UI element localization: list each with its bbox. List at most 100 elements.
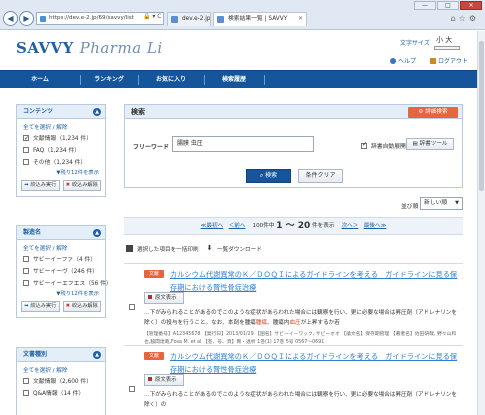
book-icon: ▤ (412, 141, 420, 147)
filter-clear-button[interactable]: ✖ 絞込み解除 (62, 180, 101, 191)
checkbox[interactable] (23, 280, 29, 286)
show-more-link[interactable]: ▼残り12件を表示 (17, 169, 105, 177)
facet-option[interactable]: サビーイーヴ（246 件） (17, 266, 105, 278)
synonym-expand-checkbox[interactable]: 辞書自動展開 (361, 141, 406, 150)
select-all-link[interactable]: 全てを選択 / 解除 (17, 240, 105, 254)
doc-type-badge: 文献 (144, 270, 164, 278)
pager-prev[interactable]: ＜前へ (229, 223, 246, 229)
browser-chrome: — □ ✕ ◀ ▶ https://dev.e-2.jp/69/savvy/li… (0, 0, 485, 30)
result-item: 文献 カルシウム代謝異常のＫ／ＤＯＱＩによるガイドラインを考える ガイドラインに… (124, 345, 463, 415)
checkbox[interactable] (23, 133, 29, 145)
search-panel-title: 検索 (131, 108, 145, 116)
collapse-icon[interactable]: ▲ (93, 108, 101, 116)
logout-icon (429, 58, 436, 64)
nav-ranking[interactable]: ランキング (80, 71, 138, 89)
doc-type-badge: 文献 (144, 352, 164, 360)
help-link[interactable]: ヘルプ (390, 58, 422, 65)
search-panel: 検索 ⚙ 詳細検索 フリーワード 腸膜 虫圧 辞書自動展開 ▤ 辞書ツール ⌕ … (124, 104, 463, 188)
result-title-link[interactable]: カルシウム代謝異常のＫ／ＤＯＱＩによるガイドラインを考える ガイドラインに見る保… (170, 268, 458, 294)
search-button-label: 検索 (265, 172, 278, 179)
fulltext-button[interactable]: 原文表示 (144, 374, 184, 386)
close-window-button[interactable]: ✕ (460, 1, 482, 10)
filter-apply-button[interactable]: ➡ 絞込み実行 (21, 301, 60, 312)
freeword-input[interactable]: 腸膜 虫圧 (172, 136, 314, 152)
facet-option[interactable]: 文献情報（1,234 件） (17, 133, 105, 145)
pager-first[interactable]: ≪最初へ (201, 223, 224, 229)
freeword-label: フリーワード (133, 144, 170, 151)
back-arrow-icon[interactable]: ◀ (3, 11, 18, 26)
advanced-search-button[interactable]: ⚙ 詳細検索 (408, 107, 458, 118)
facet-option[interactable]: 文献情報（2,600 件） (17, 376, 105, 388)
checkbox[interactable] (23, 378, 29, 384)
tab-inactive[interactable]: dev.e-2.jp (167, 12, 211, 26)
logout-link[interactable]: ログアウト (429, 58, 474, 65)
select-all-link[interactable]: 全てを選択 / 解除 (17, 119, 105, 133)
facet-contents-title: コンテンツ (23, 108, 54, 115)
facet-contents-header[interactable]: コンテンツ ▲ (17, 105, 105, 119)
bulk-print-label: 選択した項目を一括印刷 (137, 247, 199, 253)
pagination: ≪最初へ ＜前へ 100件中 1 ～ 20 件を表示 次へ＞ 最後へ≫ (124, 217, 463, 235)
address-url: https://dev.e-2.jp/69/savvy/list (49, 15, 134, 21)
checkbox[interactable] (23, 390, 29, 396)
facet-maker-header[interactable]: 製造名 ▲ (17, 226, 105, 240)
nav-history[interactable]: 検索履歴 (204, 71, 264, 89)
maximize-button[interactable]: □ (437, 1, 459, 10)
logout-label: ログアウト (437, 58, 468, 65)
fulltext-label: 原文表示 (155, 377, 177, 383)
result-checkbox[interactable] (129, 304, 135, 310)
dictionary-tool-button[interactable]: ▤ 辞書ツール (406, 138, 454, 150)
select-all-link[interactable]: 全てを選択 / 解除 (17, 362, 105, 376)
bulk-print-link[interactable]: 選択した項目を一括印刷 (126, 245, 199, 253)
nav-home[interactable]: ホーム (0, 71, 80, 89)
collapse-icon[interactable]: ▲ (93, 229, 101, 237)
advanced-search-label: 詳細検索 (425, 109, 448, 115)
checkbox[interactable] (23, 159, 29, 165)
checkbox[interactable] (23, 147, 29, 153)
sort-select[interactable]: 新しい順 ▼ (420, 197, 463, 210)
minimize-button[interactable]: — (414, 1, 436, 10)
facet-option[interactable]: その他（1,234 件） (17, 157, 105, 169)
result-snippet: …下がみられることがあるのでこのような症状があらわれた場合には観察を行い、更に必… (144, 308, 458, 328)
collapse-icon[interactable]: ▲ (93, 351, 101, 359)
checkbox[interactable] (23, 268, 29, 274)
search-button[interactable]: ⌕ 検索 (246, 169, 291, 183)
page-scrollbar[interactable] (477, 31, 485, 415)
tab-active[interactable]: 検索結果一覧 | SAVVY ✕ (213, 12, 307, 26)
fulltext-button[interactable]: 原文表示 (144, 292, 184, 304)
facet-option[interactable]: Q&A情報（14 件） (17, 388, 105, 400)
nav-divider (264, 75, 265, 85)
list-download-link[interactable]: ⬇ 一覧ダウンロード (206, 245, 262, 254)
scroll-thumb[interactable] (479, 41, 484, 191)
list-download-label: 一覧ダウンロード (217, 247, 262, 253)
font-size-options[interactable]: 小 大 (436, 35, 452, 45)
filter-clear-button[interactable]: ✖ 絞込み解除 (62, 301, 101, 312)
show-more-link[interactable]: ▼残り12件を表示 (17, 290, 105, 298)
facet-option-label: サビーイーファ（4 件） (33, 257, 97, 263)
facet-option[interactable]: FAQ（1,234 件） (17, 145, 105, 157)
tab-close-icon[interactable]: ✕ (298, 13, 303, 25)
facet-maker: 製造名 ▲ 全てを選択 / 解除 サビーイーファ（4 件） サビーイーヴ（246… (16, 225, 112, 318)
forward-arrow-icon[interactable]: ▶ (19, 11, 34, 26)
checkbox[interactable] (23, 256, 29, 262)
pager-count-suffix: 件を表示 (312, 223, 335, 229)
pdf-icon (148, 377, 152, 381)
facet-option[interactable]: サビーイーファ（4 件） (17, 254, 105, 266)
site-logo[interactable]: SAVVY Pharma Li (16, 39, 163, 57)
address-actions[interactable]: 🔒 ▾ C (143, 13, 162, 20)
tab-active-label: 検索結果一覧 | SAVVY (228, 16, 288, 22)
sort-select-value: 新しい順 (424, 200, 448, 206)
clear-conditions-button[interactable]: 条件クリア (298, 169, 343, 183)
nav-favorites[interactable]: お気に入り (138, 71, 204, 89)
result-title-link[interactable]: カルシウム代謝異常のＫ／ＤＯＱＩによるガイドラインを考える ガイドラインに見る保… (170, 350, 458, 376)
browser-toolbar-icons[interactable]: ⌂☆⚙ (451, 14, 479, 23)
facet-option[interactable]: サビーイーエフエス（56 件） (17, 278, 112, 290)
filter-apply-button[interactable]: ➡ 絞込み実行 (21, 180, 60, 191)
facet-option-label: 文献情報（2,600 件） (33, 379, 93, 385)
font-size-slider[interactable] (434, 46, 460, 50)
site-icon (40, 16, 46, 22)
result-checkbox[interactable] (129, 386, 135, 392)
pager-last[interactable]: 最後へ≫ (364, 223, 387, 229)
pager-next[interactable]: 次へ＞ (342, 223, 359, 229)
checkbox[interactable] (361, 141, 367, 149)
facet-doctype-header[interactable]: 文書種別 ▲ (17, 348, 105, 362)
